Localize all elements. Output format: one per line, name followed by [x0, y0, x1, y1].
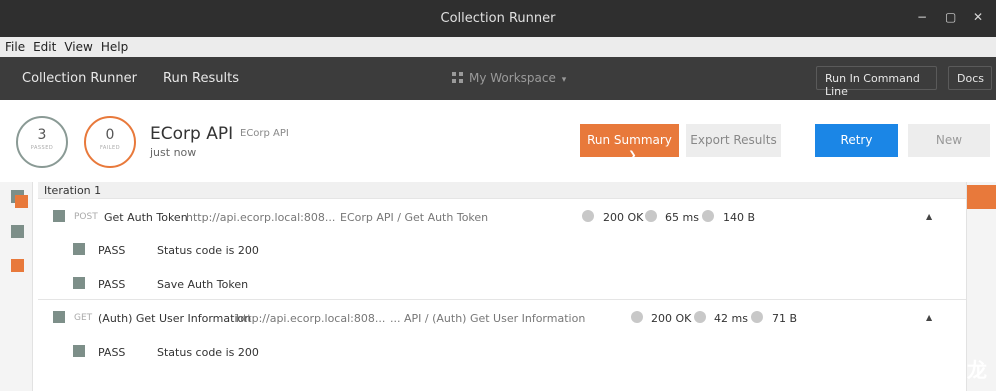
- pass-status-icon: [73, 243, 85, 255]
- workspace-name: My Workspace: [469, 71, 556, 85]
- export-results-button[interactable]: Export Results: [686, 124, 781, 157]
- request-row[interactable]: GET (Auth) Get User Information http://a…: [38, 299, 966, 332]
- collapse-icon[interactable]: ▲: [926, 212, 932, 221]
- test-result: PASS: [98, 244, 126, 257]
- tab-run-results[interactable]: Run Results: [163, 71, 239, 86]
- pass-status-icon: [73, 277, 85, 289]
- window-title: Collection Runner: [440, 11, 556, 26]
- test-name: Save Auth Token: [157, 278, 249, 291]
- watermark: 掘金技术社区 @ 布客飞龙: [741, 358, 988, 382]
- size-icon: [751, 311, 763, 323]
- workspace-grid-icon: [452, 72, 463, 83]
- test-result: PASS: [98, 278, 126, 291]
- time-icon: [645, 210, 657, 222]
- response-time: 65 ms: [665, 211, 699, 224]
- response-size: 71 B: [772, 312, 798, 325]
- test-name: Status code is 200: [157, 346, 259, 359]
- result-filter-sidebar: [0, 182, 33, 391]
- test-result: PASS: [98, 346, 126, 359]
- request-method: GET: [74, 313, 93, 323]
- workspace-selector[interactable]: My Workspace ▾: [452, 71, 566, 85]
- minimize-icon[interactable]: −: [917, 10, 927, 24]
- maximize-icon[interactable]: ▢: [945, 10, 956, 24]
- status-icon: [582, 210, 594, 222]
- request-method: POST: [74, 212, 98, 222]
- test-row: PASS Status code is 200: [48, 232, 966, 265]
- request-url: http://api.ecorp.local:808...: [186, 211, 336, 224]
- request-name: Get Auth Token: [104, 211, 188, 224]
- collection-name: ECorp API: [150, 124, 234, 144]
- test-row: PASS Save Auth Token: [48, 266, 966, 299]
- response-status: 200 OK: [603, 211, 644, 224]
- run-summary-button[interactable]: Run Summary ❯: [580, 124, 679, 161]
- test-name: Status code is 200: [157, 244, 259, 257]
- pass-status-icon: [53, 311, 65, 323]
- pass-status-icon: [73, 345, 85, 357]
- failed-filter-icon[interactable]: [11, 259, 24, 272]
- passed-counter: 3 PASSED: [16, 116, 68, 168]
- size-icon: [702, 210, 714, 222]
- run-summary-label: Run Summary: [587, 133, 672, 147]
- request-path: ECorp API / Get Auth Token: [340, 211, 489, 224]
- time-icon: [694, 311, 706, 323]
- close-icon[interactable]: ✕: [973, 10, 983, 24]
- status-icon: [631, 311, 643, 323]
- passed-filter-icon[interactable]: [11, 225, 24, 238]
- failed-label: FAILED: [99, 145, 121, 151]
- collapse-icon[interactable]: ▲: [926, 313, 932, 322]
- run-in-command-line-button[interactable]: Run In Command Line: [816, 66, 937, 98]
- failed-counter: 0 FAILED: [84, 116, 136, 168]
- retry-button[interactable]: Retry: [815, 124, 898, 157]
- menu-view[interactable]: View: [59, 37, 95, 54]
- menu-file[interactable]: File: [0, 37, 28, 54]
- all-filter-overlay-icon: [15, 195, 28, 208]
- pass-status-icon: [53, 210, 65, 222]
- right-panel-tab[interactable]: [967, 185, 996, 209]
- response-size: 140 B: [723, 211, 756, 224]
- passed-label: PASSED: [30, 145, 54, 151]
- response-time: 42 ms: [714, 312, 748, 325]
- request-path: ... API / (Auth) Get User Information: [390, 312, 586, 325]
- response-status: 200 OK: [651, 312, 692, 325]
- menu-help[interactable]: Help: [96, 37, 131, 54]
- request-name: (Auth) Get User Information: [98, 312, 252, 325]
- tab-collection-runner[interactable]: Collection Runner: [22, 71, 137, 86]
- run-summary-panel: 3 PASSED 0 FAILED ECorp API ECorp API ju…: [0, 100, 996, 182]
- request-url: http://api.ecorp.local:808...: [236, 312, 386, 325]
- menu-edit[interactable]: Edit: [28, 37, 59, 54]
- new-button[interactable]: New: [908, 124, 990, 157]
- chevron-down-icon: ▾: [561, 75, 567, 85]
- window-titlebar: Collection Runner − ▢ ✕: [0, 0, 996, 37]
- failed-count: 0: [105, 127, 115, 143]
- iteration-header: Iteration 1: [38, 182, 966, 198]
- docs-button[interactable]: Docs: [948, 66, 992, 90]
- passed-count: 3: [37, 127, 47, 143]
- run-timestamp: just now: [150, 146, 197, 159]
- chevron-right-icon: ❯: [628, 150, 637, 161]
- app-header: Collection Runner Run Results My Workspa…: [0, 57, 996, 100]
- collection-environment: ECorp API: [240, 128, 289, 139]
- request-row[interactable]: POST Get Auth Token http://api.ecorp.loc…: [38, 198, 966, 231]
- menu-bar: File Edit View Help: [0, 37, 996, 57]
